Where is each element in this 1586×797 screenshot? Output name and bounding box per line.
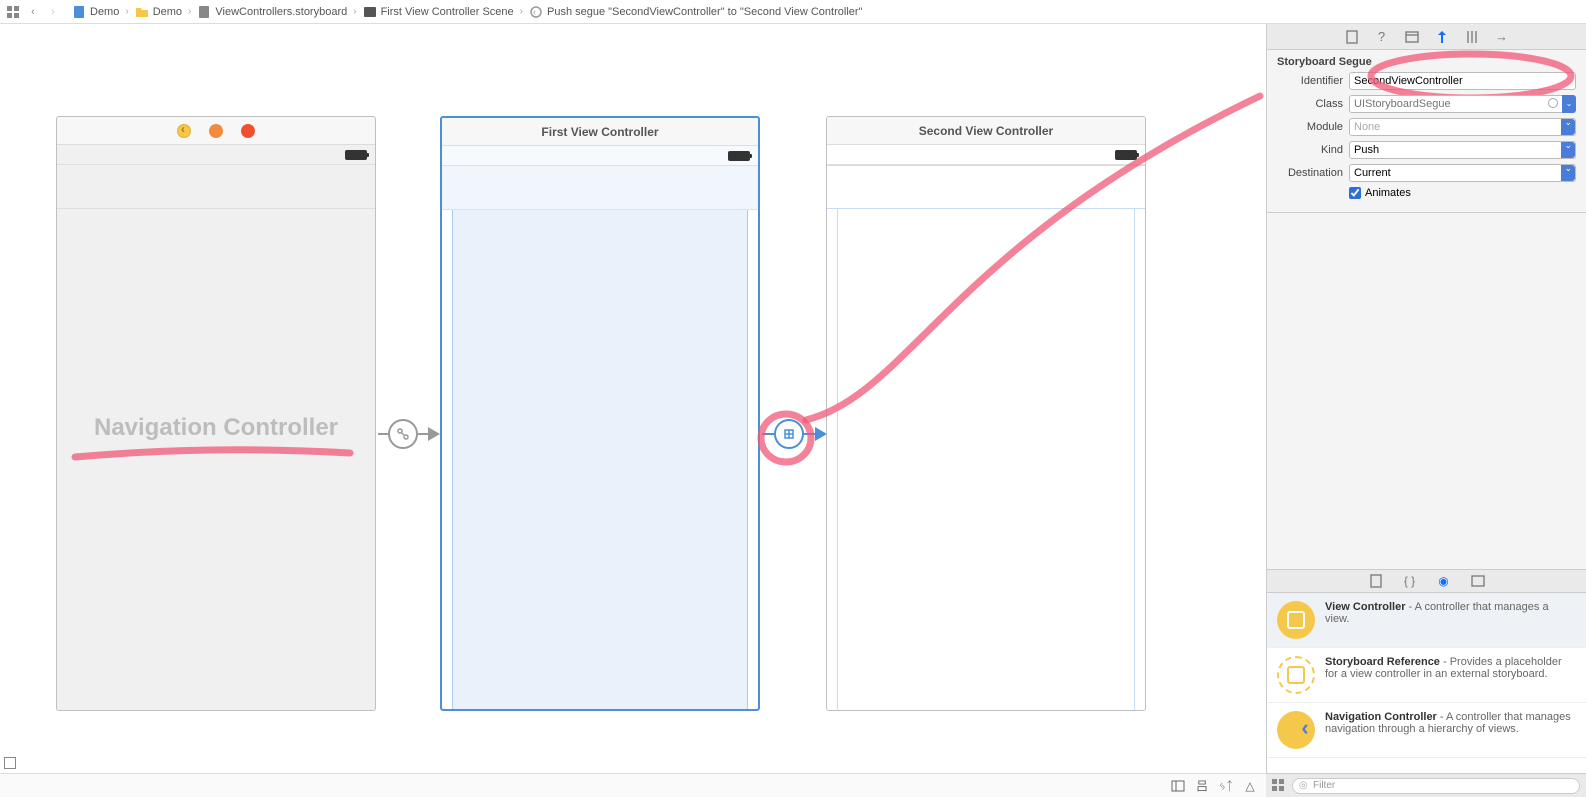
inspector-spacer (1267, 212, 1586, 569)
svg-text:‹: ‹ (533, 7, 536, 17)
library-item-storyboard-reference[interactable]: Storyboard Reference - Provides a placeh… (1267, 648, 1586, 703)
battery-icon (1115, 150, 1137, 160)
scene-title-bar (57, 117, 375, 145)
file-template-library-icon[interactable] (1368, 573, 1384, 589)
destination-select[interactable]: Current (1349, 164, 1576, 182)
breadcrumb-bar: ‹ › Demo › Demo › ViewControllers.storyb… (0, 0, 1586, 24)
inspector-tabs: ? → (1267, 24, 1586, 50)
crumb-project[interactable]: Demo (72, 5, 119, 19)
code-snippet-library-icon[interactable]: { } (1402, 573, 1418, 589)
inspector-form: Identifier Class ⌄ Module None Kind Push… (1267, 72, 1586, 212)
battery-icon (345, 150, 367, 160)
library-badge-icon (1277, 656, 1315, 694)
library-item-view-controller[interactable]: View Controller - A controller that mana… (1267, 593, 1586, 648)
scene-item-exit-icon[interactable] (241, 124, 255, 138)
crumb-scene[interactable]: First View Controller Scene (363, 5, 514, 19)
segue-relationship-icon (388, 419, 418, 449)
quick-help-tab-icon[interactable]: ? (1374, 29, 1390, 45)
scene-first-view-controller[interactable]: First View Controller (440, 116, 760, 711)
segue-push-second[interactable] (762, 419, 827, 449)
canvas-align-icon[interactable]: 吕 (1194, 778, 1210, 794)
identifier-label: Identifier (1277, 75, 1343, 87)
filter-placeholder: Filter (1313, 780, 1335, 791)
library-grid-toggle-icon[interactable] (1272, 779, 1286, 793)
library-badge-icon (1277, 601, 1315, 639)
animates-checkbox[interactable] (1349, 187, 1361, 199)
connections-inspector-tab-icon[interactable]: → (1494, 29, 1510, 45)
size-inspector-tab-icon[interactable] (1464, 29, 1480, 45)
class-label: Class (1277, 98, 1343, 110)
canvas-bottom-bar: 吕 ᛃᛏ △ (0, 773, 1266, 797)
class-jump-icon[interactable] (1548, 98, 1558, 108)
media-library-icon[interactable] (1470, 573, 1486, 589)
scene-title-label: First View Controller (541, 125, 658, 139)
related-items-icon[interactable] (6, 5, 20, 19)
scene-title-bar: Second View Controller (827, 117, 1145, 145)
canvas-outline-toggle-icon[interactable] (4, 757, 16, 769)
canvas-resolve-icon[interactable]: △ (1242, 778, 1258, 794)
attributes-inspector-tab-icon[interactable] (1434, 29, 1450, 45)
status-bar (442, 146, 758, 166)
utilities-panel: ? → Storyboard Segue Identifier Class ⌄ … (1266, 24, 1586, 773)
status-bar (827, 145, 1145, 165)
animates-label: Animates (1365, 187, 1411, 199)
class-field[interactable] (1349, 95, 1576, 113)
library-item-title: Navigation Controller (1325, 711, 1437, 723)
canvas-any-any-icon[interactable] (1170, 778, 1186, 794)
kind-label: Kind (1277, 144, 1343, 156)
crumb-label: ViewControllers.storyboard (215, 6, 347, 18)
storyboard-canvas[interactable]: Navigation Controller First View Control… (0, 24, 1266, 773)
navigation-bar-area (57, 165, 375, 209)
safe-area-guides (452, 210, 748, 709)
crumb-label: First View Controller Scene (381, 6, 514, 18)
segue-root-relationship[interactable] (378, 419, 440, 449)
identifier-field[interactable] (1349, 72, 1576, 90)
library-badge-icon (1277, 711, 1315, 749)
inspector-section-title: Storyboard Segue (1267, 50, 1586, 72)
library-item-navigation-controller[interactable]: Navigation Controller - A controller tha… (1267, 703, 1586, 758)
object-library-icon[interactable]: ◉ (1436, 573, 1452, 589)
file-inspector-tab-icon[interactable] (1344, 29, 1360, 45)
destination-label: Destination (1277, 167, 1343, 179)
crumb-label: Demo (153, 6, 182, 18)
library-tabs: { } ◉ (1267, 569, 1586, 593)
segue-push-icon (774, 419, 804, 449)
module-select[interactable]: None (1349, 118, 1576, 136)
library-item-title: Storyboard Reference (1325, 656, 1440, 668)
back-nav-icon[interactable]: ‹ (26, 5, 40, 19)
module-label: Module (1277, 121, 1343, 133)
crumb-group[interactable]: Demo (135, 5, 182, 19)
segue-arrow-icon (428, 427, 440, 441)
scene-navigation-controller[interactable]: Navigation Controller (56, 116, 376, 711)
crumb-file[interactable]: ViewControllers.storyboard (197, 5, 347, 19)
scene-second-view-controller[interactable]: Second View Controller (826, 116, 1146, 711)
class-dropdown-icon[interactable]: ⌄ (1562, 95, 1576, 113)
canvas-pin-icon[interactable]: ᛃᛏ (1218, 778, 1234, 794)
crumb-segue[interactable]: ‹ Push segue "SecondViewController" to "… (529, 5, 862, 19)
library-item-title: View Controller (1325, 601, 1405, 613)
forward-nav-icon[interactable]: › (46, 5, 60, 19)
library-filter-field[interactable]: ◎ Filter (1292, 778, 1580, 794)
scene-title-label: Second View Controller (919, 124, 1053, 138)
kind-select[interactable]: Push (1349, 141, 1576, 159)
library-bottom-bar: ◎ Filter (1266, 773, 1586, 797)
scene-item-first-responder-icon[interactable] (209, 124, 223, 138)
navigation-bar-area (442, 166, 758, 210)
object-library-list[interactable]: View Controller - A controller that mana… (1267, 593, 1586, 773)
crumb-label: Demo (90, 6, 119, 18)
battery-icon (728, 151, 750, 161)
identity-inspector-tab-icon[interactable] (1404, 29, 1420, 45)
status-bar (57, 145, 375, 165)
scene-title-bar: First View Controller (442, 118, 758, 146)
navigation-bar-area (827, 165, 1145, 209)
scene-item-back-icon[interactable] (177, 124, 191, 138)
safe-area-guides (837, 209, 1135, 710)
crumb-label: Push segue "SecondViewController" to "Se… (547, 6, 862, 18)
navigation-controller-label: Navigation Controller (94, 414, 338, 442)
